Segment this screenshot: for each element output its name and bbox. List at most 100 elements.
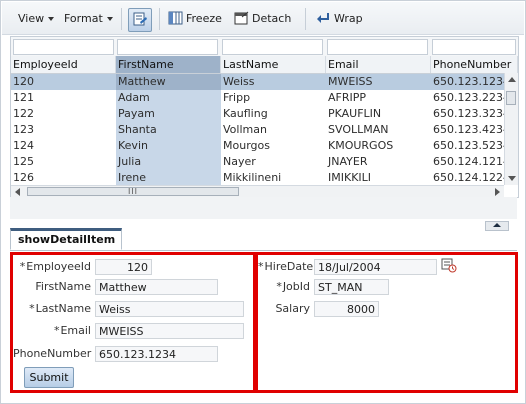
cell-email: MWEISS (328, 75, 373, 88)
employeeid-label: *EmployeeId (13, 258, 91, 276)
cell-phonenumber: 650.123.4234 (433, 123, 507, 136)
lastname-filter-input[interactable] (222, 39, 323, 55)
hiredate-label-text: HireDate (264, 260, 314, 273)
jobid-label: *JobId (258, 278, 310, 296)
calendar-icon[interactable] (441, 257, 457, 273)
cell-employeeid: 125 (13, 155, 34, 168)
lastname-field[interactable]: Weiss (95, 301, 244, 317)
detach-button[interactable]: Detach (234, 10, 291, 28)
hiredate-field[interactable]: 18/Jul/2004 (314, 259, 437, 275)
toolbar-divider (121, 8, 122, 30)
email-field[interactable]: MWEISS (95, 323, 244, 339)
detail-tab-bar: showDetailItem 1 (10, 228, 517, 263)
firstname-field[interactable]: Matthew (95, 279, 218, 295)
filter-icon (133, 12, 147, 26)
cell-phonenumber: 650.123.1234 (433, 75, 507, 88)
wrap-button-label: Wrap (334, 12, 363, 25)
cell-lastname: Vollman (223, 123, 267, 136)
vertical-scroll-thumb[interactable] (506, 91, 516, 105)
table-header: EmployeeId FirstName LastName Email Phon… (11, 56, 518, 74)
employee-form-panel: *EmployeeId 120 FirstName Matthew *LastN… (10, 252, 256, 393)
cell-firstname: Shanta (116, 122, 221, 138)
cell-employeeid: 123 (13, 123, 34, 136)
scroll-down-arrow-icon[interactable] (508, 176, 516, 181)
cell-employeeid: 120 (13, 75, 34, 88)
cell-firstname: Irene (116, 170, 221, 186)
cell-lastname: Mikkilineni (223, 171, 282, 184)
column-header-phonenumber[interactable]: PhoneNumber (431, 56, 518, 73)
required-marker: * (276, 280, 282, 293)
cell-employeeid: 122 (13, 107, 34, 120)
email-label: *Email (13, 322, 91, 340)
cell-email: PKAUFLIN (328, 107, 382, 120)
cell-lastname: Nayer (223, 155, 256, 168)
email-filter-input[interactable] (327, 39, 428, 55)
freeze-button[interactable]: Freeze (168, 10, 222, 28)
salary-field[interactable]: 8000 (314, 301, 379, 317)
cell-email: KMOURGOS (328, 139, 394, 152)
required-marker: * (19, 260, 26, 273)
vertical-scrollbar[interactable] (504, 73, 518, 185)
employeeid-field[interactable]: 120 (95, 259, 152, 275)
table-row[interactable]: 125 Julia Nayer JNAYER 650.124.1214 (11, 154, 507, 170)
cell-email: IMIKKILI (328, 171, 372, 184)
chevron-down-icon (106, 17, 113, 21)
jobid-label-text: JobId (282, 280, 310, 293)
employeeid-filter-input[interactable] (13, 39, 114, 55)
column-header-firstname[interactable]: FirstName (116, 56, 221, 73)
cell-employeeid: 121 (13, 91, 34, 104)
firstname-filter-input[interactable] (117, 39, 218, 55)
jobid-field[interactable]: ST_MAN (314, 279, 389, 295)
table-toolbar: View Format Freeze Detach Wrap (2, 2, 524, 35)
hiredate-label: *HireDate (258, 258, 313, 276)
cell-lastname: Mourgos (223, 139, 270, 152)
cell-firstname: Julia (116, 154, 221, 170)
column-header-employeeid[interactable]: EmployeeId (11, 56, 116, 73)
submit-button[interactable]: Submit (24, 367, 74, 388)
lastname-label-text: LastName (35, 302, 91, 315)
toolbar-divider (159, 8, 160, 30)
cell-firstname: Kevin (116, 138, 221, 154)
wrap-button[interactable]: Wrap (315, 10, 363, 28)
cell-lastname: Fripp (223, 91, 251, 104)
format-menu[interactable]: Format (64, 10, 113, 28)
column-header-email[interactable]: Email (326, 56, 431, 73)
detach-button-label: Detach (252, 12, 292, 25)
phonenumber-field[interactable]: 650.123.1234 (95, 346, 218, 362)
cell-email: AFRIPP (328, 91, 367, 104)
column-header-lastname[interactable]: LastName (221, 56, 326, 73)
lastname-label: *LastName (13, 300, 91, 318)
view-menu-label: View (18, 12, 45, 25)
freeze-button-label: Freeze (186, 12, 222, 25)
toolbar-divider (305, 8, 306, 30)
cell-employeeid: 126 (13, 171, 34, 184)
tab-showdetailitem-1[interactable]: showDetailItem 1 (10, 228, 122, 263)
wrap-icon (317, 13, 329, 23)
application-frame: View Format Freeze Detach Wrap EmployeeI… (0, 0, 526, 404)
table-row[interactable]: 120 Matthew Weiss MWEISS 650.123.1234 (11, 74, 507, 90)
cell-phonenumber: 650.123.3234 (433, 107, 507, 120)
employment-form-panel: *HireDate 18/Jul/2004 *JobId ST_MAN Sala… (255, 252, 518, 393)
view-menu[interactable]: View (18, 10, 55, 28)
table-row[interactable]: 126 Irene Mikkilineni IMIKKILI 650.124.1… (11, 170, 507, 186)
phonenumber-filter-input[interactable] (432, 39, 516, 55)
employees-table: EmployeeId FirstName LastName Email Phon… (10, 36, 519, 198)
scroll-left-arrow-icon[interactable] (15, 188, 20, 196)
horizontal-scrollbar[interactable]: III (11, 185, 504, 197)
phonenumber-label: PhoneNumber (13, 347, 92, 360)
query-by-example-button[interactable] (128, 8, 152, 32)
required-marker: * (29, 302, 35, 315)
horizontal-scroll-thumb[interactable]: III (27, 187, 239, 196)
salary-label: Salary (275, 302, 310, 315)
cell-lastname: Weiss (223, 75, 255, 88)
scroll-right-arrow-icon[interactable] (495, 188, 500, 196)
firstname-label: FirstName (35, 280, 91, 293)
table-footer-band (10, 197, 517, 219)
table-row[interactable]: 121 Adam Fripp AFRIPP 650.123.2234 (11, 90, 507, 106)
cell-email: SVOLLMAN (328, 123, 389, 136)
scroll-up-arrow-icon[interactable] (508, 77, 516, 82)
cell-phonenumber: 650.124.1224 (433, 171, 507, 184)
table-row[interactable]: 122 Payam Kaufling PKAUFLIN 650.123.3234 (11, 106, 507, 122)
table-row[interactable]: 123 Shanta Vollman SVOLLMAN 650.123.4234 (11, 122, 507, 138)
table-row[interactable]: 124 Kevin Mourgos KMOURGOS 650.123.5234 (11, 138, 507, 154)
